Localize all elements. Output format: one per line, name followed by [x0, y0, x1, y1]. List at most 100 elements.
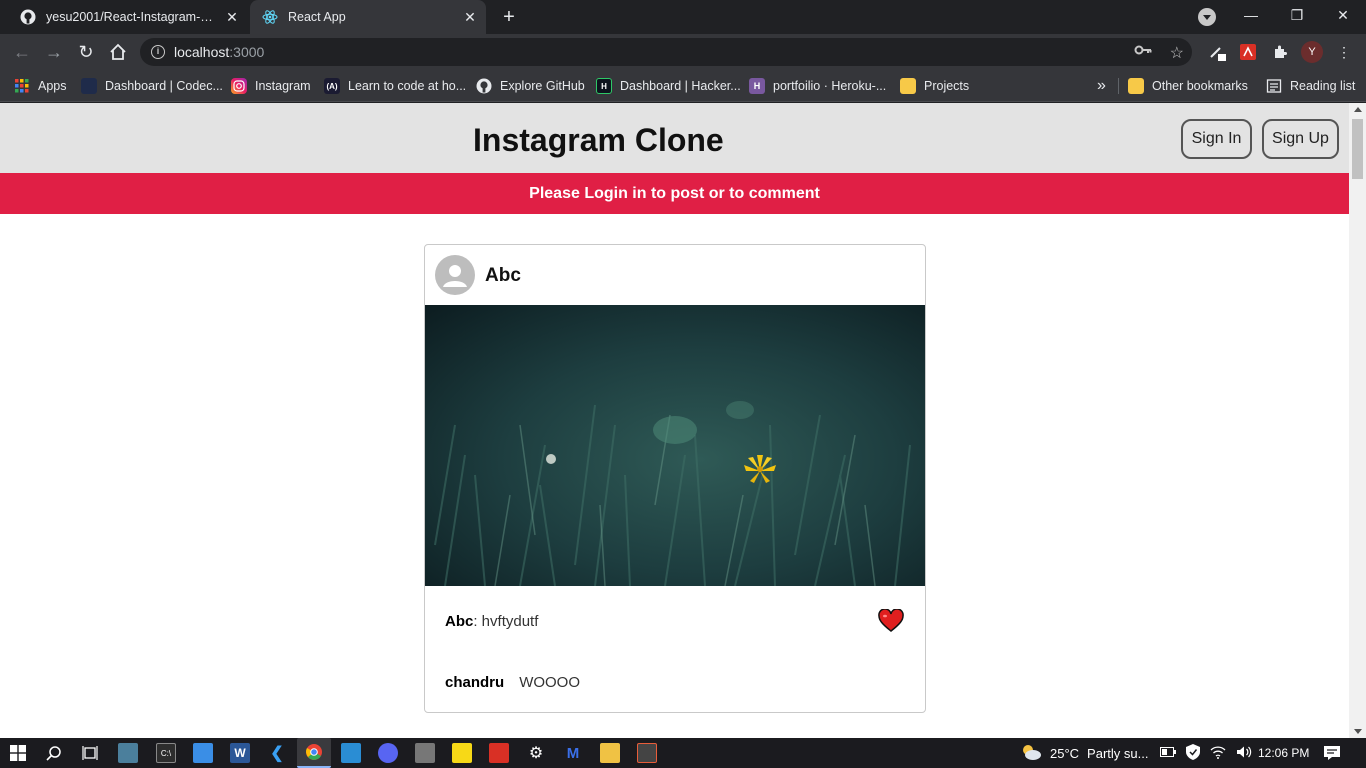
bookmark-codecademy[interactable]: Dashboard | Codec...: [81, 76, 223, 96]
site-info-icon[interactable]: i: [151, 45, 165, 59]
codecademy-icon: [81, 78, 97, 94]
bookmark-instagram[interactable]: Instagram: [231, 76, 311, 96]
app-header: Instagram Clone Sign In Sign Up: [0, 103, 1349, 173]
bookmark-projects[interactable]: Projects: [900, 76, 969, 96]
sign-up-button[interactable]: Sign Up: [1262, 119, 1339, 159]
task-view-icon[interactable]: [80, 743, 100, 763]
comment-username[interactable]: chandru: [445, 674, 504, 691]
reload-icon[interactable]: ↻: [75, 41, 97, 63]
comment-item: chandru WOOOO: [445, 674, 580, 691]
chrome-menu-icon[interactable]: ⋮: [1334, 42, 1354, 62]
restore-icon[interactable]: ❐: [1274, 0, 1320, 30]
github-icon: [20, 9, 36, 25]
battery-icon[interactable]: [1160, 746, 1176, 760]
bookmark-label: Explore GitHub: [500, 79, 585, 93]
bookmark-star-icon[interactable]: ☆: [1170, 43, 1184, 63]
avatar[interactable]: [435, 255, 475, 295]
forward-icon[interactable]: →: [43, 41, 65, 63]
notifications-icon[interactable]: [1323, 738, 1341, 768]
bookmark-reading-list[interactable]: Reading list: [1266, 76, 1355, 96]
freecodecamp-icon: (A): [324, 78, 340, 94]
search-icon[interactable]: [44, 743, 64, 763]
close-tab-icon[interactable]: ✕: [220, 9, 244, 26]
heart-icon[interactable]: [878, 608, 904, 633]
malwarebytes-icon[interactable]: M: [563, 743, 583, 763]
page-viewport: Instagram Clone Sign In Sign Up Please L…: [0, 103, 1349, 738]
weather-text: Partly su...: [1087, 745, 1149, 761]
terminal-icon[interactable]: C:\: [156, 743, 176, 763]
bookmark-label: portfoilio · Heroku-...: [773, 79, 887, 93]
comment-text: WOOOO: [519, 674, 581, 691]
browser-tab-strip: yesu2001/React-Instagram-Clone ✕ React A…: [0, 0, 1366, 34]
close-window-icon[interactable]: ✕: [1320, 0, 1366, 30]
bookmarks-overflow-button[interactable]: »: [1097, 76, 1106, 96]
reading-list-icon: [1266, 78, 1282, 94]
bookmark-explore-github[interactable]: Explore GitHub: [476, 76, 585, 96]
tab-title: React App: [288, 10, 346, 24]
red-app-icon[interactable]: [489, 743, 509, 763]
tab-react-app[interactable]: React App ✕: [250, 0, 486, 34]
tab-github[interactable]: yesu2001/React-Instagram-Clone ✕: [8, 0, 248, 34]
bookmark-label: Apps: [38, 79, 67, 93]
bookmark-label: Reading list: [1290, 79, 1356, 93]
bookmark-hackerrank[interactable]: H Dashboard | Hacker...: [596, 76, 741, 96]
settings-gear-icon[interactable]: ⚙: [526, 743, 546, 763]
tab-search-icon[interactable]: [1198, 8, 1216, 26]
back-icon[interactable]: ←: [11, 41, 33, 63]
chrome-taskbar-icon[interactable]: [297, 738, 331, 768]
windows-taskbar: C:\ W ❮ ⚙ M 25°C Partly su... 12:06 PM: [0, 738, 1366, 768]
bookmark-other[interactable]: Other bookmarks: [1128, 76, 1248, 96]
github-icon: [476, 78, 492, 94]
git-icon[interactable]: [637, 743, 657, 763]
discord-icon[interactable]: [378, 743, 398, 763]
profile-avatar[interactable]: Y: [1301, 41, 1323, 63]
caption-username[interactable]: Abc: [445, 613, 473, 630]
bookmark-apps[interactable]: Apps: [14, 76, 67, 96]
scroll-up-icon[interactable]: [1354, 107, 1362, 112]
extensions-puzzle-icon[interactable]: [1270, 42, 1290, 62]
windows-start-icon[interactable]: [8, 743, 28, 763]
minimize-icon[interactable]: —: [1228, 0, 1274, 30]
calculator-icon[interactable]: [415, 743, 435, 763]
wifi-icon[interactable]: [1210, 745, 1226, 762]
remote-desktop-icon[interactable]: [341, 743, 361, 763]
security-shield-icon[interactable]: [1186, 743, 1200, 763]
scroll-down-icon[interactable]: [1354, 729, 1362, 734]
bookmark-label: Dashboard | Hacker...: [620, 79, 741, 93]
apps-grid-icon: [14, 78, 30, 94]
address-bar[interactable]: i localhost:3000 ☆: [140, 38, 1192, 66]
partly-sunny-icon: [1020, 743, 1042, 764]
volume-icon[interactable]: [1236, 745, 1252, 762]
bookmarks-bar: Apps Dashboard | Codec... Instagram (A) …: [0, 70, 1366, 102]
bookmark-freecodecamp[interactable]: (A) Learn to code at ho...: [324, 76, 466, 96]
vscode-icon[interactable]: ❮: [267, 743, 287, 763]
sticky-notes-icon[interactable]: [452, 743, 472, 763]
bookmark-label: Instagram: [255, 79, 311, 93]
login-banner: Please Login in to post or to comment: [0, 173, 1349, 214]
hackerrank-icon: H: [596, 78, 612, 94]
caption-text: : hvftydutf: [473, 613, 539, 630]
page-scrollbar[interactable]: [1349, 103, 1366, 738]
extension-red-icon[interactable]: [1238, 42, 1258, 62]
post-username[interactable]: Abc: [485, 265, 521, 287]
photos-app-icon[interactable]: [118, 743, 138, 763]
close-tab-icon[interactable]: ✕: [458, 9, 482, 26]
weather-widget[interactable]: 25°C Partly su...: [1020, 738, 1148, 768]
home-icon[interactable]: [107, 41, 129, 63]
folder-icon: [900, 78, 916, 94]
sign-in-button[interactable]: Sign In: [1181, 119, 1252, 159]
extension-pen-icon[interactable]: [1207, 42, 1227, 62]
bookmark-label: Projects: [924, 79, 970, 93]
new-tab-button[interactable]: +: [498, 6, 520, 28]
post-card: Abc Abc: hvftydutf chandru WOOOO: [424, 244, 926, 713]
file-explorer-icon[interactable]: [600, 743, 620, 763]
bookmarks-separator: [1118, 78, 1119, 94]
post-caption: Abc: hvftydutf: [445, 613, 538, 630]
bookmark-heroku[interactable]: H portfoilio · Heroku-...: [749, 76, 886, 96]
scrollbar-thumb[interactable]: [1352, 119, 1363, 179]
clock[interactable]: 12:06 PM: [1258, 738, 1309, 768]
instagram-icon: [231, 78, 247, 94]
word-icon[interactable]: W: [230, 743, 250, 763]
key-icon[interactable]: [1134, 43, 1152, 63]
control-panel-icon[interactable]: [193, 743, 213, 763]
